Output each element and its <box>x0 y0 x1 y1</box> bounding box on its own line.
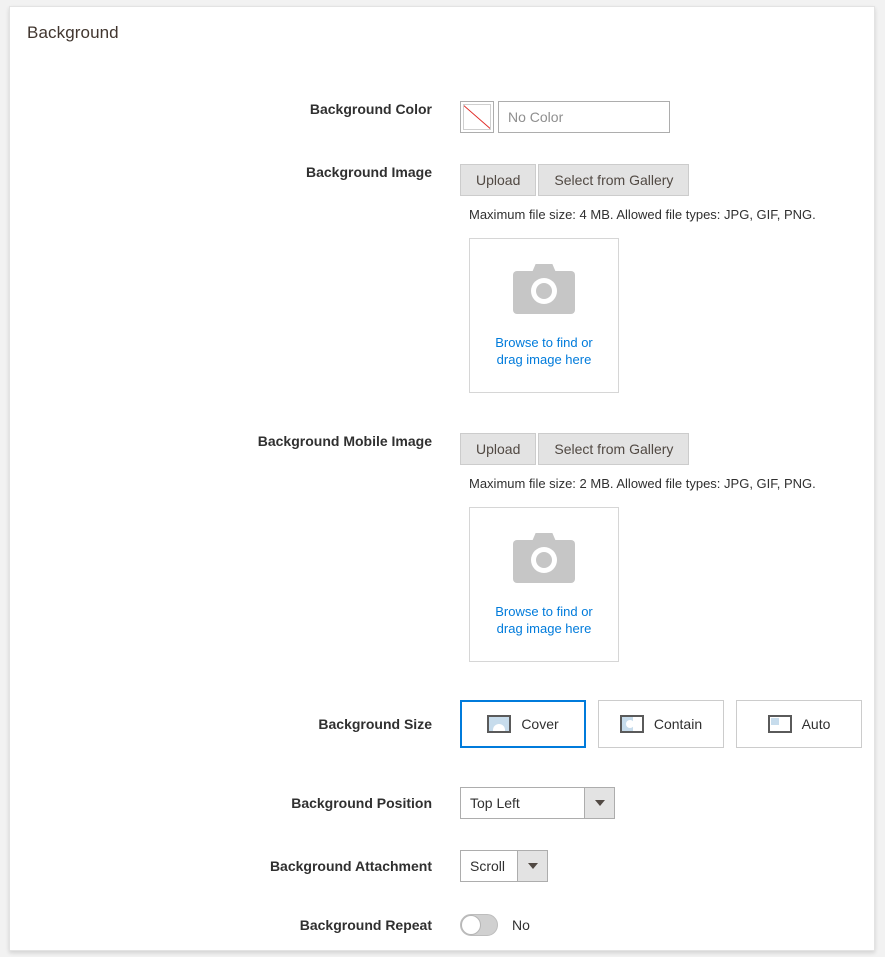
background-image-row: Background Image Upload Select from Gall… <box>10 164 874 196</box>
size-contain-icon <box>619 715 644 733</box>
background-size-option-cover[interactable]: Cover <box>460 700 586 748</box>
background-repeat-toggle[interactable] <box>460 914 498 936</box>
background-size-option-cover-label: Cover <box>521 716 559 732</box>
dropzone-line-2: drag image here <box>496 351 592 367</box>
camera-icon <box>513 263 575 314</box>
page-title: Background <box>27 23 119 42</box>
background-mobile-image-upload-button[interactable]: Upload <box>460 433 537 465</box>
background-position-label: Background Position <box>291 795 432 811</box>
size-cover-icon <box>487 715 512 733</box>
background-image-gallery-button[interactable]: Select from Gallery <box>538 164 690 196</box>
background-mobile-image-gallery-button[interactable]: Select from Gallery <box>538 433 690 465</box>
background-image-note: Maximum file size: 4 MB. Allowed file ty… <box>469 207 816 222</box>
background-mobile-image-label: Background Mobile Image <box>257 433 432 449</box>
background-size-option-contain[interactable]: Contain <box>598 700 724 748</box>
background-size-row: Background Size Cover Contain Auto <box>10 700 874 748</box>
background-mobile-image-dropzone[interactable]: Browse to find or drag image here <box>469 507 619 662</box>
background-mobile-image-row: Background Mobile Image Upload Select fr… <box>10 433 874 465</box>
background-attachment-value: Scroll <box>470 858 506 874</box>
chevron-down-icon[interactable] <box>517 851 548 881</box>
size-auto-icon <box>767 715 792 733</box>
background-repeat-state-label: No <box>512 917 530 933</box>
background-size-option-auto[interactable]: Auto <box>736 700 862 748</box>
background-size-option-auto-label: Auto <box>801 716 831 732</box>
background-color-label: Background Color <box>309 101 432 117</box>
dropzone-line-1: Browse to find or <box>495 603 593 619</box>
background-size-label: Background Size <box>318 716 432 732</box>
no-color-swatch-icon[interactable] <box>460 101 494 133</box>
background-attachment-select[interactable]: Scroll <box>460 850 549 882</box>
background-mobile-image-note: Maximum file size: 2 MB. Allowed file ty… <box>469 476 816 491</box>
dropzone-line-2: drag image here <box>496 620 592 636</box>
dropzone-line-1: Browse to find or <box>495 334 593 350</box>
background-attachment-row: Background Attachment Scroll <box>10 850 874 882</box>
background-position-value: Top Left <box>470 795 520 811</box>
background-position-row: Background Position Top Left <box>10 787 874 819</box>
background-repeat-label: Background Repeat <box>299 917 432 933</box>
background-image-dropzone[interactable]: Browse to find or drag image here <box>469 238 619 393</box>
background-attachment-label: Background Attachment <box>269 858 432 874</box>
background-color-row: Background Color <box>10 101 874 133</box>
background-settings-panel: Background Background Color Background I… <box>9 6 875 951</box>
chevron-down-icon[interactable] <box>584 788 614 818</box>
background-position-select[interactable]: Top Left <box>460 787 615 819</box>
camera-icon <box>513 532 575 583</box>
background-image-upload-button[interactable]: Upload <box>460 164 537 196</box>
background-image-label: Background Image <box>305 164 432 180</box>
background-repeat-row: Background Repeat No <box>10 914 874 936</box>
background-size-option-contain-label: Contain <box>653 716 703 732</box>
background-color-input[interactable] <box>498 101 670 133</box>
